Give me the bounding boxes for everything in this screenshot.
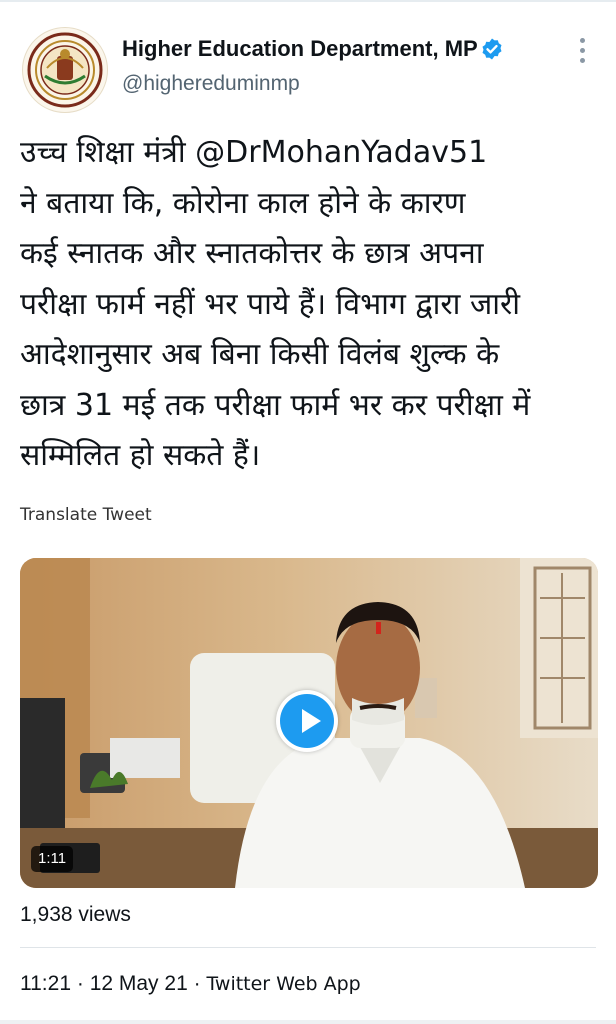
play-button[interactable] bbox=[276, 690, 338, 752]
meta-separator: · bbox=[76, 972, 84, 995]
bottom-divider bbox=[0, 1020, 616, 1024]
tweet-text: उच्च शिक्षा मंत्री @DrMohanYadav51 ने बत… bbox=[20, 128, 600, 482]
tweet-text-line-3: कई स्नातक और स्नातकोत्तर के छात्र अपना bbox=[20, 236, 484, 271]
author-display-name[interactable]: Higher Education Department, MP bbox=[122, 36, 478, 62]
play-icon bbox=[280, 694, 334, 748]
meta-separator-2: · bbox=[193, 972, 201, 995]
tweet-date[interactable]: 12 May 21 bbox=[90, 972, 188, 995]
mp-govt-emblem-icon bbox=[26, 31, 104, 109]
divider bbox=[20, 947, 596, 948]
tweet-source[interactable]: Twitter Web App bbox=[206, 973, 360, 995]
translate-tweet-link[interactable]: Translate Tweet bbox=[20, 505, 152, 525]
top-divider bbox=[0, 0, 616, 2]
tweet-metadata: 11:21 · 12 May 21 · Twitter Web App bbox=[20, 972, 361, 996]
author-handle[interactable]: @highereduminmp bbox=[122, 72, 300, 96]
mention-link[interactable]: @DrMohanYadav51 bbox=[195, 135, 487, 170]
tweet-text-line-6: छात्र 31 मई तक परीक्षा फार्म भर कर परीक्… bbox=[20, 387, 531, 423]
tweet-text-line1-prefix: उच्च शिक्षा मंत्री bbox=[20, 135, 196, 170]
video-duration: 1:11 bbox=[31, 846, 74, 872]
verified-badge-icon bbox=[482, 38, 502, 60]
tweet-time[interactable]: 11:21 bbox=[20, 972, 71, 995]
tweet-text-line-1: उच्च शिक्षा मंत्री @DrMohanYadav51 bbox=[20, 128, 600, 179]
tweet-text-line-7: सम्मिलित हो सकते हैं। bbox=[20, 438, 261, 473]
tweet-text-line-5: आदेशानुसार अब बिना किसी विलंब शुल्क के bbox=[20, 337, 500, 372]
view-count: 1,938 views bbox=[20, 903, 131, 926]
author-avatar[interactable] bbox=[22, 27, 108, 113]
more-options-icon[interactable] bbox=[576, 38, 588, 68]
tweet-text-line-4: परीक्षा फार्म नहीं भर पाये हैं। विभाग द्… bbox=[20, 286, 521, 322]
tweet-header: Higher Education Department, MP @highere… bbox=[22, 22, 594, 113]
tweet-text-line-2: ने बताया कि, कोरोना काल होने के कारण bbox=[20, 185, 466, 221]
